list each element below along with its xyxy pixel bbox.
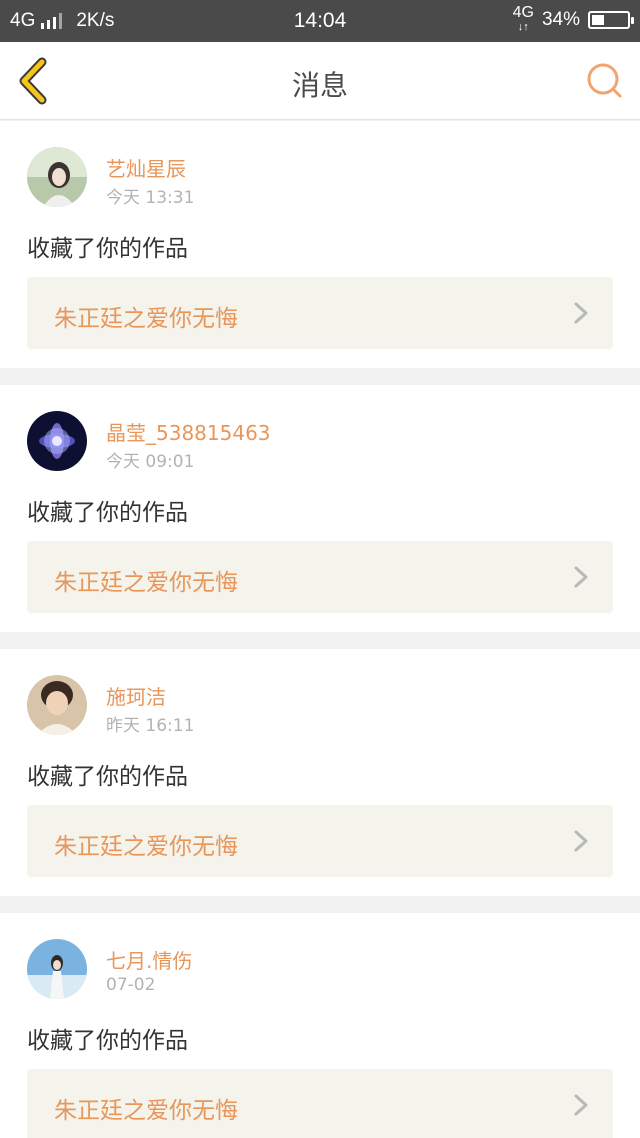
chevron-right-icon [574, 566, 588, 588]
chevron-right-icon [574, 830, 588, 852]
chevron-right-icon [574, 1094, 588, 1116]
timestamp: 07-02 [106, 975, 156, 995]
work-link[interactable]: 朱正廷之爱你无悔 [27, 1069, 613, 1138]
battery-level [592, 15, 604, 25]
avatar[interactable] [27, 939, 87, 999]
battery-icon [588, 11, 634, 29]
work-link[interactable]: 朱正廷之爱你无悔 [27, 277, 613, 349]
battery-percent: 34% [541, 9, 580, 30]
work-title: 朱正廷之爱你无悔 [54, 834, 238, 860]
chevron-right-icon [574, 302, 588, 324]
work-title: 朱正廷之爱你无悔 [54, 306, 238, 332]
timestamp: 昨天 16:11 [106, 716, 195, 736]
chevron-left-icon [19, 57, 47, 105]
action-text: 收藏了你的作品 [27, 236, 188, 262]
timestamp: 今天 13:31 [106, 188, 195, 208]
status-bar: 4G 2K/s 14:04 4G ↓↑ 34% [0, 0, 640, 42]
work-link[interactable]: 朱正廷之爱你无悔 [27, 805, 613, 877]
mobile-data-icon: 4G ↓↑ [512, 4, 534, 34]
nav-bar: 消息 [0, 42, 640, 120]
back-button[interactable] [12, 56, 56, 106]
message-card: 施珂洁 昨天 16:11 收藏了你的作品 朱正廷之爱你无悔 [0, 649, 640, 896]
work-title: 朱正廷之爱你无悔 [54, 570, 238, 596]
username[interactable]: 晶莹_538815463 [106, 417, 271, 446]
status-right: 4G ↓↑ 34% [512, 4, 634, 34]
message-card: 艺灿星辰 今天 13:31 收藏了你的作品 朱正廷之爱你无悔 [0, 121, 640, 368]
network-label-right: 4G [512, 4, 534, 21]
avatar[interactable] [27, 675, 87, 735]
message-card: 七月.情伤 07-02 收藏了你的作品 朱正廷之爱你无悔 [0, 913, 640, 1138]
page-title: 消息 [291, 69, 348, 102]
avatar[interactable] [27, 147, 87, 207]
timestamp: 今天 09:01 [106, 452, 195, 472]
message-list: 艺灿星辰 今天 13:31 收藏了你的作品 朱正廷之爱你无悔 晶莹_538815… [0, 121, 640, 1138]
action-text: 收藏了你的作品 [27, 500, 188, 526]
search-button[interactable] [584, 60, 626, 102]
search-icon [587, 63, 622, 98]
message-card: 晶莹_538815463 今天 09:01 收藏了你的作品 朱正廷之爱你无悔 [0, 385, 640, 632]
username[interactable]: 施珂洁 [106, 681, 166, 710]
action-text: 收藏了你的作品 [27, 764, 188, 790]
username[interactable]: 七月.情伤 [106, 945, 192, 974]
work-link[interactable]: 朱正廷之爱你无悔 [27, 541, 613, 613]
username[interactable]: 艺灿星辰 [106, 153, 186, 182]
avatar[interactable] [27, 411, 87, 471]
action-text: 收藏了你的作品 [27, 1028, 188, 1054]
work-title: 朱正廷之爱你无悔 [54, 1098, 238, 1124]
